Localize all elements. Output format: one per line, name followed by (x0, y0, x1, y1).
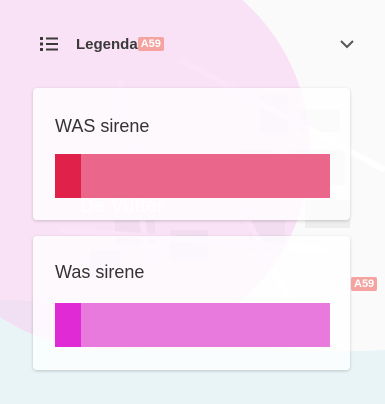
swatch-fill (55, 303, 330, 347)
legend-item-label: WAS sirene (55, 116, 150, 136)
place-label: De Vutter (80, 196, 165, 217)
legend-item-swatch (55, 154, 330, 198)
swatch-fill (55, 154, 330, 198)
legend-title: Legenda (76, 35, 138, 53)
chevron-down-icon[interactable] (337, 36, 357, 52)
legend-item-card: Was sirene (33, 236, 350, 370)
road-badge-right: A59 (351, 277, 378, 291)
road-badge: A59 (137, 37, 164, 51)
legend-header[interactable]: Legenda A59 (40, 30, 164, 58)
list-icon (40, 37, 58, 51)
legend-item-swatch (55, 303, 330, 347)
swatch-key (55, 303, 81, 347)
swatch-key (55, 154, 81, 198)
legend-item-label: Was sirene (55, 262, 145, 282)
legend-panel: Legenda A59 WAS sirene De Vutter Was sir… (0, 0, 385, 404)
